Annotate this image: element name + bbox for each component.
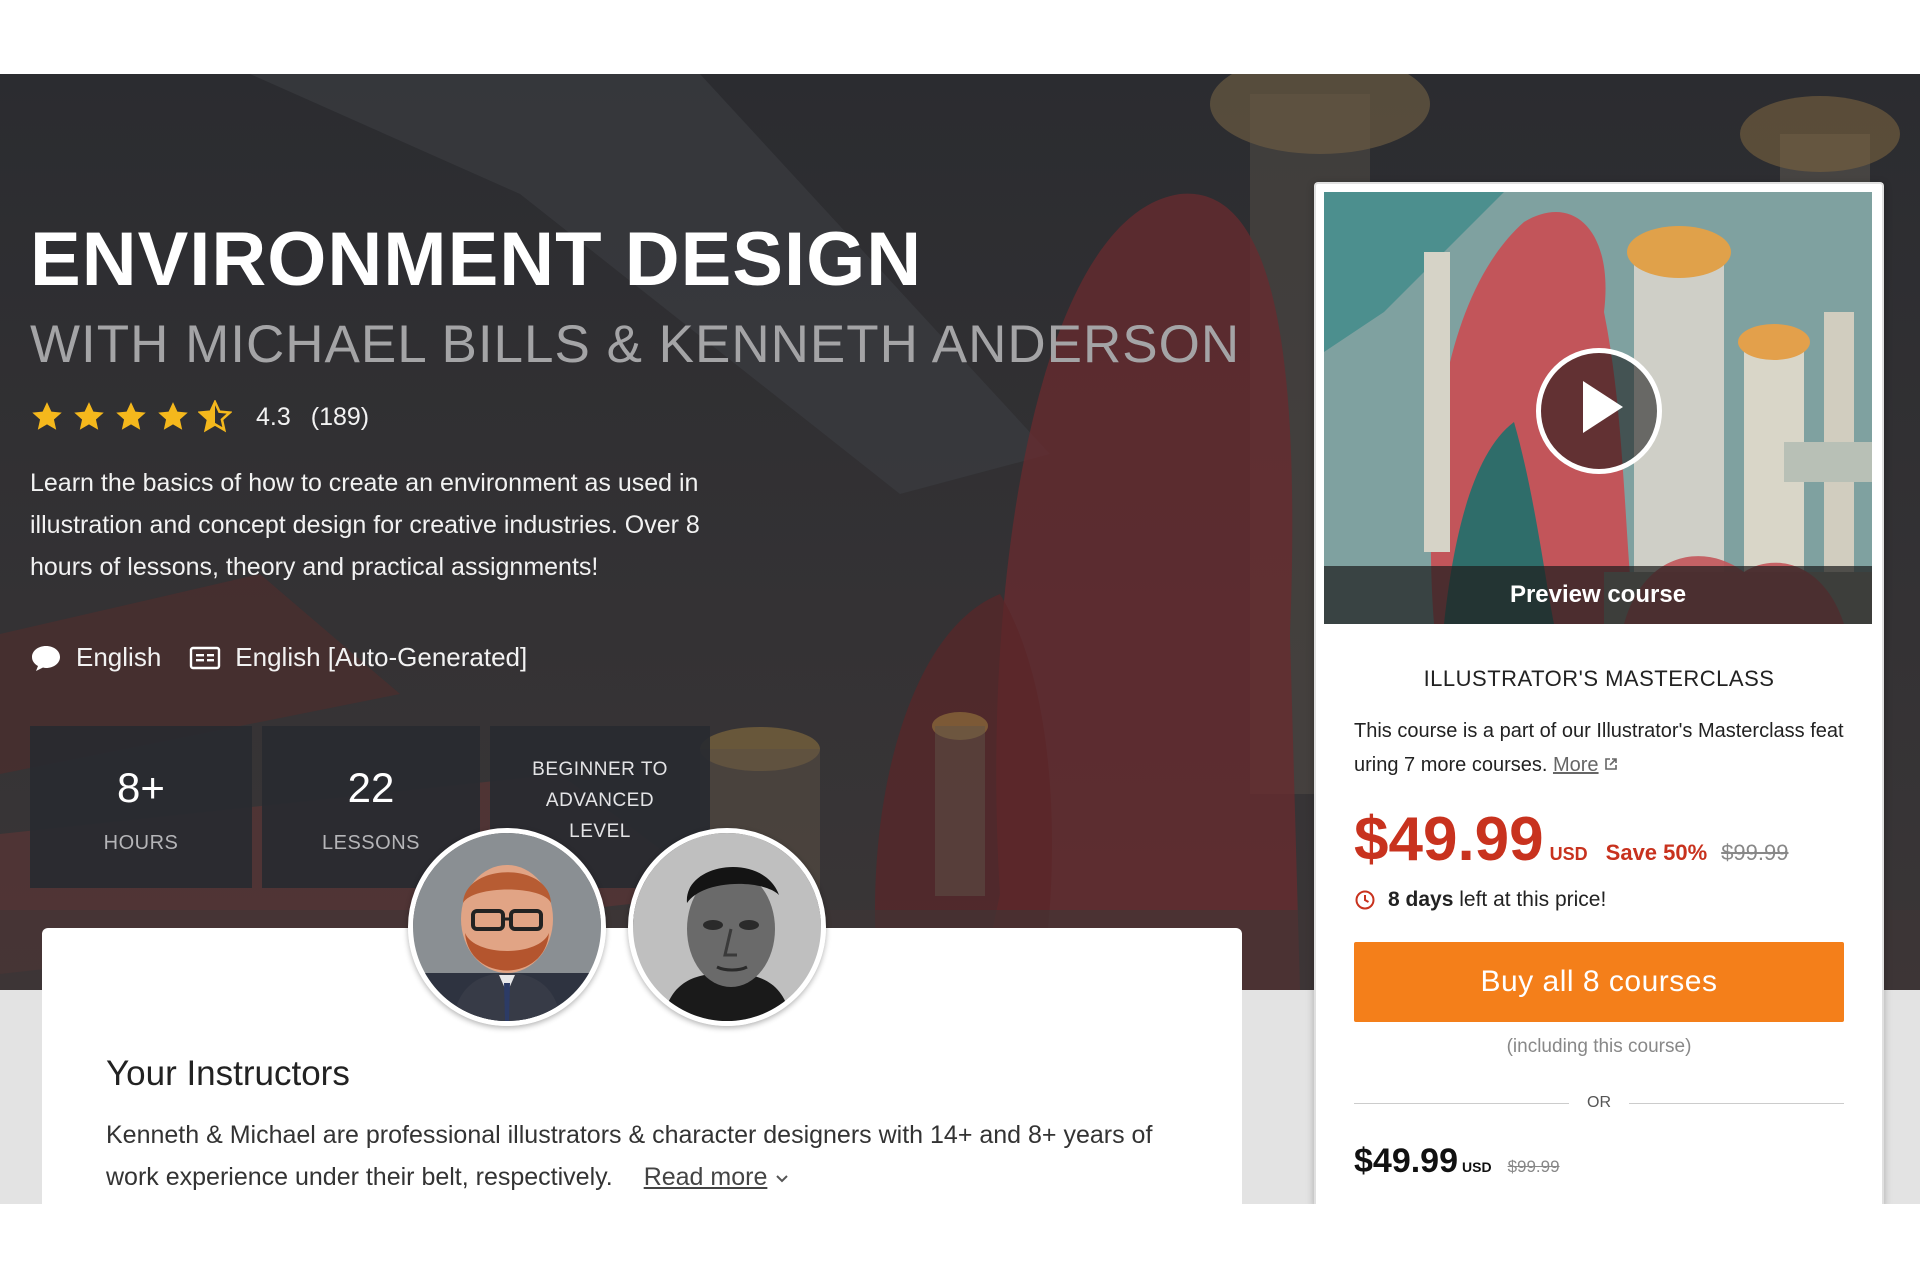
star-icon [116, 402, 146, 430]
closed-caption-icon [190, 646, 221, 669]
masterclass-title: ILLUSTRATOR'S MASTERCLASS [1423, 666, 1775, 691]
avatar-instructor-1[interactable] [408, 828, 606, 1026]
days-left: 8 days left at this price! [1354, 888, 1606, 912]
read-more-label: Read more [643, 1163, 768, 1191]
instructor-2-photo [633, 833, 821, 1021]
star-icon [32, 402, 62, 430]
buy-all-button[interactable]: Buy all 8 courses [1354, 942, 1844, 1022]
single-currency: USD [1462, 1159, 1492, 1175]
rating: 4.3 (189) [30, 400, 369, 434]
save-badge: Save 50% [1605, 840, 1708, 865]
language-info: English English [Auto-Generated] [30, 642, 527, 673]
course-description: Learn the basics of how to create an env… [30, 469, 700, 581]
star-half-icon [198, 400, 232, 433]
or-divider: OR [1354, 1094, 1844, 1114]
single-old-price: $99.99 [1507, 1157, 1560, 1176]
subtitle-language: English [Auto-Generated] [235, 642, 528, 672]
old-price: $99.99 [1721, 840, 1789, 865]
masterclass-description: This course is a part of our Illustrator… [1354, 720, 1844, 776]
price: $49.99 [1354, 805, 1544, 874]
page: ENVIRONMENT DESIGN WITH MICHAEL BILLS & … [0, 0, 1920, 1280]
course-title: ENVIRONMENT DESIGN [30, 217, 923, 302]
more-link-label: More [1552, 754, 1599, 776]
rating-value: 4.3 [256, 402, 291, 431]
speech-bubble-icon [32, 645, 60, 671]
or-label: OR [1587, 1094, 1611, 1111]
stat-lessons-value: 22 [347, 764, 395, 811]
more-link[interactable]: More [1553, 754, 1599, 776]
stat-level-line2: ADVANCED [545, 790, 655, 811]
star-icon [158, 402, 188, 430]
course-preview[interactable]: Preview course [1324, 192, 1872, 624]
external-link-icon[interactable] [1604, 757, 1618, 771]
bottom-band [0, 1204, 1920, 1280]
days-count: 8 days [1388, 888, 1454, 911]
instructor-1-photo [413, 833, 601, 1021]
course-subtitle: WITH MICHAEL BILLS & KENNETH ANDERSON [30, 315, 1241, 374]
stat-hours-label: HOURS [103, 832, 179, 854]
rating-count: (189) [310, 402, 370, 431]
stat-hours: 8+ HOURS [30, 726, 252, 888]
price-currency: USD [1549, 844, 1588, 864]
instructors-title: Your Instructors [106, 1054, 350, 1093]
preview-course-label: Preview course [1324, 566, 1872, 624]
top-band [0, 0, 1920, 74]
avatar-instructor-2[interactable] [628, 828, 826, 1026]
purchase-card: Preview course ILLUSTRATOR'S MASTERCLASS… [1314, 182, 1884, 1206]
including-note: (including this course) [1506, 1036, 1692, 1057]
bundle-price: $49.99 USD Save 50% $99.99 [1354, 804, 1788, 875]
single-price: $49.99 [1354, 1142, 1458, 1180]
stat-hours-value: 8+ [117, 764, 165, 811]
play-icon[interactable] [1536, 348, 1662, 474]
star-icon [74, 402, 104, 430]
instructors-bio: Kenneth & Michael are professional illus… [106, 1121, 1153, 1191]
stat-level-line1: BEGINNER TO [532, 759, 668, 780]
instructors-text: Kenneth & Michael are professional illus… [106, 1114, 1166, 1198]
clock-icon [1355, 890, 1375, 910]
read-more-link[interactable]: Read more [644, 1163, 768, 1191]
single-course-price: $49.99 USD $99.99 [1354, 1142, 1560, 1181]
chevron-down-icon[interactable] [774, 1173, 790, 1185]
masterclass-text: This course is a part of our Illustrator… [1354, 714, 1844, 782]
days-rest: left at this price! [1459, 888, 1607, 911]
audio-language: English [76, 642, 162, 672]
